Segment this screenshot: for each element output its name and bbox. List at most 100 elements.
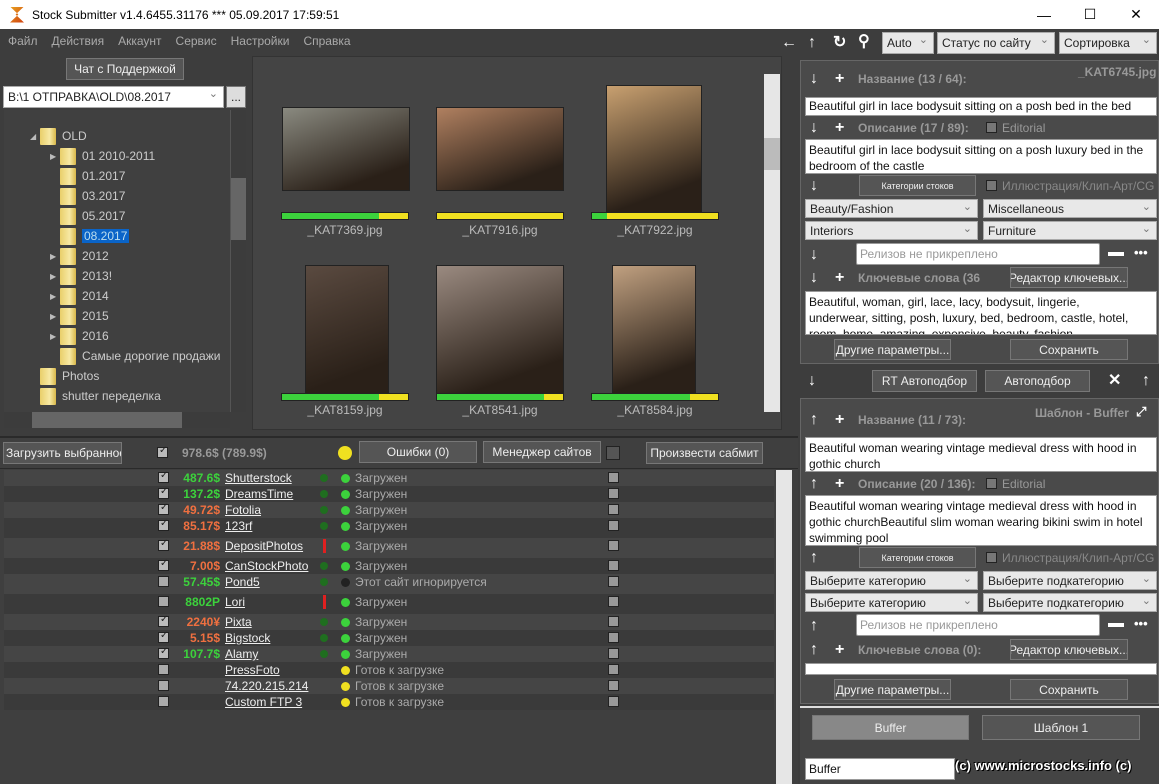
- up-arrow-icon[interactable]: ↑: [810, 618, 818, 634]
- category-2-select[interactable]: Interiors: [805, 221, 978, 240]
- down-arrow-icon[interactable]: ↓: [810, 120, 818, 136]
- tree-node[interactable]: Photos: [30, 366, 99, 386]
- plus-icon[interactable]: +: [835, 412, 844, 428]
- site-checkbox-all[interactable]: [606, 446, 620, 460]
- site-option-checkbox[interactable]: [608, 648, 619, 659]
- tab-buffer[interactable]: Buffer: [812, 715, 969, 740]
- site-link[interactable]: Alamy: [225, 647, 258, 661]
- upload-selected-button[interactable]: Загрузить выбранное: [3, 442, 122, 464]
- template-category-2-select[interactable]: Выберите категорию: [805, 593, 978, 612]
- template-illustration-checkbox[interactable]: [986, 552, 997, 563]
- site-option-checkbox[interactable]: [608, 664, 619, 675]
- tree-node[interactable]: shutter переделка: [30, 386, 161, 406]
- browse-button[interactable]: ...: [226, 86, 246, 108]
- site-option-checkbox[interactable]: [608, 680, 619, 691]
- tree-node[interactable]: 08.2017: [50, 226, 130, 246]
- site-option-checkbox[interactable]: [608, 504, 619, 515]
- site-option-checkbox[interactable]: [608, 696, 619, 707]
- tree-node[interactable]: ▶ 2014: [50, 286, 109, 306]
- site-option-checkbox[interactable]: [608, 616, 619, 627]
- remove-release-icon[interactable]: [1108, 623, 1124, 627]
- menu-file[interactable]: Файл: [8, 34, 38, 48]
- thumbnail-image[interactable]: [606, 85, 702, 213]
- site-link[interactable]: Shutterstock: [225, 471, 292, 485]
- scroll-thumb[interactable]: [764, 138, 780, 170]
- up-arrow-icon[interactable]: ↑: [810, 642, 818, 658]
- errors-button[interactable]: Ошибки (0): [359, 441, 477, 463]
- tree-node[interactable]: ▶ 01 2010-2011: [50, 146, 155, 166]
- expand-arrow-icon[interactable]: ▶: [50, 332, 60, 341]
- up-arrow-icon[interactable]: ↑: [1142, 373, 1150, 389]
- path-select[interactable]: B:\1 ОТПРАВКА\OLD\08.2017: [3, 86, 224, 108]
- expand-arrow-icon[interactable]: ▶: [50, 152, 60, 161]
- template-save-button[interactable]: Сохранить: [1010, 679, 1128, 700]
- minimize-button[interactable]: —: [1021, 0, 1067, 29]
- site-link[interactable]: Lori: [225, 595, 245, 609]
- expand-arrow-icon[interactable]: ▶: [50, 252, 60, 261]
- expand-arrow-icon[interactable]: ▶: [50, 312, 60, 321]
- site-link[interactable]: Custom FTP 3: [225, 695, 302, 709]
- sites-scrollbar[interactable]: [776, 470, 792, 784]
- scroll-thumb[interactable]: [231, 178, 246, 240]
- site-option-checkbox[interactable]: [608, 488, 619, 499]
- site-option-checkbox[interactable]: [608, 576, 619, 587]
- template-subcategory-2-select[interactable]: Выберите подкатегорию: [983, 593, 1157, 612]
- site-checkbox[interactable]: [158, 696, 169, 707]
- thumbnail-image[interactable]: [282, 107, 410, 191]
- template-title-input[interactable]: Beautiful woman wearing vintage medieval…: [805, 437, 1157, 472]
- up-arrow-icon[interactable]: ↑: [810, 412, 818, 428]
- site-link[interactable]: CanStockPhoto: [225, 559, 308, 573]
- down-arrow-icon[interactable]: ↓: [808, 373, 816, 389]
- expand-arrow-icon[interactable]: ▶: [50, 292, 60, 301]
- site-option-checkbox[interactable]: [608, 596, 619, 607]
- submit-button[interactable]: Произвести сабмит: [646, 442, 763, 464]
- more-icon[interactable]: •••: [1134, 616, 1148, 632]
- site-link[interactable]: DepositPhotos: [225, 539, 303, 553]
- plus-icon[interactable]: +: [835, 642, 844, 658]
- template-keywords-input[interactable]: [805, 663, 1157, 675]
- tree-node[interactable]: Самые дорогие продажи: [50, 346, 220, 366]
- plus-icon[interactable]: +: [835, 120, 844, 136]
- folder-tree[interactable]: ◢ OLD ▶ 01 2010-2011 01.2017 03.2017 05.2017 08…: [4, 110, 230, 412]
- scroll-thumb[interactable]: [32, 412, 182, 428]
- down-arrow-icon[interactable]: ↓: [810, 71, 818, 87]
- expand-arrow-icon[interactable]: ◢: [30, 132, 40, 141]
- autofill-button[interactable]: Автоподбор: [985, 370, 1090, 392]
- site-link[interactable]: Pixta: [225, 615, 252, 629]
- keywords-input[interactable]: Beautiful, woman, girl, lace, lacy, body…: [805, 291, 1157, 335]
- template-stock-categories-button[interactable]: Категории стоков: [859, 547, 976, 568]
- tree-node[interactable]: 01.2017: [50, 166, 125, 186]
- site-link[interactable]: PressFoto: [225, 663, 280, 677]
- menu-actions[interactable]: Действия: [52, 34, 105, 48]
- search-icon[interactable]: ⚲: [858, 34, 870, 50]
- up-arrow-icon[interactable]: ↑: [810, 476, 818, 492]
- site-link[interactable]: 74.220.215.214: [225, 679, 308, 693]
- down-arrow-icon[interactable]: ↓: [810, 178, 818, 194]
- template-keywords-editor-button[interactable]: Редактор ключевых...: [1010, 639, 1128, 660]
- tree-node[interactable]: ▶ 2015: [50, 306, 109, 326]
- illustration-checkbox[interactable]: [986, 180, 997, 191]
- select-all-checkbox[interactable]: [157, 445, 168, 458]
- site-link[interactable]: Bigstock: [225, 631, 270, 645]
- site-link[interactable]: DreamsTime: [225, 487, 293, 501]
- other-params-button[interactable]: Другие параметры...: [834, 339, 951, 360]
- remove-release-icon[interactable]: [1108, 252, 1124, 256]
- releases-input[interactable]: Релизов не прикреплено: [856, 243, 1100, 265]
- site-option-checkbox[interactable]: [608, 540, 619, 551]
- site-manager-button[interactable]: Менеджер сайтов: [483, 441, 601, 463]
- plus-icon[interactable]: +: [835, 476, 844, 492]
- site-link[interactable]: Fotolia: [225, 503, 261, 517]
- thumbnail-image[interactable]: [305, 265, 389, 395]
- zoom-mode-select[interactable]: Auto: [882, 32, 934, 54]
- thumbnail-image[interactable]: [612, 265, 696, 395]
- editorial-checkbox[interactable]: [986, 122, 997, 133]
- back-arrow-icon[interactable]: ←: [781, 35, 797, 51]
- refresh-icon[interactable]: ↻: [833, 35, 846, 51]
- site-checkbox[interactable]: [158, 664, 169, 675]
- down-arrow-icon[interactable]: ↓: [810, 270, 818, 286]
- more-icon[interactable]: •••: [1134, 245, 1148, 261]
- swap-icon[interactable]: ✕: [1108, 373, 1121, 389]
- menu-service[interactable]: Сервис: [176, 34, 217, 48]
- tree-node[interactable]: ▶ 2016: [50, 326, 109, 346]
- status-filter-select[interactable]: Статус по сайту: [937, 32, 1055, 54]
